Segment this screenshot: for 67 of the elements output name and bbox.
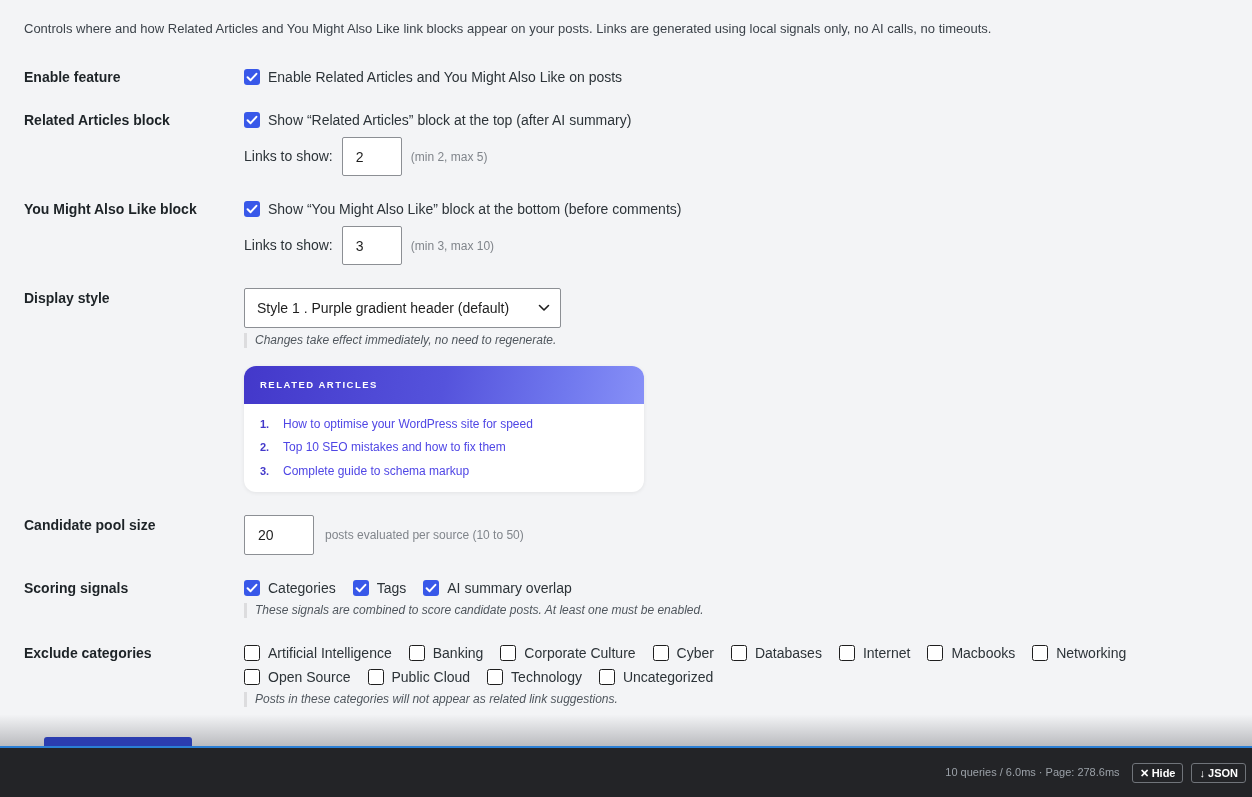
setting-label: Exclude categories (24, 643, 153, 663)
checkbox-label: Tags (376, 578, 407, 598)
checkbox[interactable] (244, 69, 260, 85)
checkbox-label: AI summary overlap (447, 578, 572, 598)
checkbox[interactable] (927, 644, 944, 661)
checkbox[interactable] (838, 644, 855, 661)
checkbox[interactable] (500, 644, 517, 661)
checkbox[interactable] (423, 579, 440, 596)
hint-text: (min 2, max 5) (410, 148, 488, 166)
style-select[interactable]: Style 1 . Purple gradient header (default) (244, 288, 561, 328)
setting-label: Candidate pool size (24, 515, 157, 535)
checkbox-label: Technology (511, 667, 582, 687)
setting-label: Related Articles block (24, 111, 171, 130)
checkbox-label: Uncategorized (622, 667, 714, 687)
checkbox-label: Macbooks (951, 643, 1016, 663)
checkbox[interactable] (1032, 644, 1049, 661)
article-link[interactable]: Complete guide to schema markup (283, 461, 470, 480)
list-number: 1. (260, 416, 271, 432)
checkbox[interactable] (367, 668, 384, 685)
list-number: 2. (260, 440, 271, 455)
checkbox[interactable] (652, 644, 669, 661)
checkbox-label: Corporate Culture (524, 643, 636, 663)
checkbox-label: Show “You Might Also Like” block at the bottom (before comments) (268, 200, 682, 219)
checkbox[interactable] (598, 668, 615, 685)
pool-size-field[interactable]: 20 (244, 514, 314, 555)
links-count-field[interactable]: 2 (341, 137, 402, 176)
hint-text: (min 3, max 10) (410, 237, 495, 255)
chevron-down-icon (538, 304, 550, 312)
hint-text: posts evaluated per source (10 to 50) (325, 526, 524, 544)
setting-label: Enable feature (24, 68, 122, 87)
toolbar-button[interactable]: ↓ JSON (1191, 762, 1246, 783)
checkbox-label: Show “Related Articles” block at the top (after AI summary) (268, 111, 632, 130)
preview-title: RELATED ARTICLES (260, 377, 378, 392)
debug-stats: 10 queries / 6.0ms · Page: 278.6ms (945, 765, 1120, 781)
checkbox-label: Internet (862, 643, 911, 663)
list-number: 3. (260, 463, 271, 479)
checkbox-label: Open Source (268, 667, 351, 687)
checkbox[interactable] (730, 644, 747, 661)
checkbox[interactable] (244, 112, 260, 128)
setting-label: You Might Also Like block (24, 200, 198, 219)
intro-text: Controls where and how Related Articles and You Might Also Like link blocks appear on your posts. Links are generated using local signals only, no AI calls, no timeouts. (24, 20, 993, 38)
checkbox-label: Databases (754, 643, 822, 663)
checkbox[interactable] (352, 579, 369, 596)
checkbox-label: Cyber (676, 643, 714, 663)
setting-label: Display style (24, 289, 111, 308)
article-link[interactable]: Top 10 SEO mistakes and how to fix them (283, 438, 506, 457)
checkbox-label: Networking (1056, 643, 1127, 663)
article-link[interactable]: How to optimise your WordPress site for speed (283, 414, 533, 433)
checkbox-label: Artificial Intelligence (268, 643, 392, 663)
checkbox[interactable] (244, 668, 260, 685)
help-note: These signals are combined to score candidate posts. At least one must be enabled. (244, 602, 704, 618)
checkbox-label: Categories (268, 578, 336, 598)
checkbox[interactable] (487, 668, 504, 685)
checkbox-label: Enable Related Articles and You Might Also Like on posts (268, 68, 623, 87)
help-note: Changes take effect immediately, no need to regenerate. (244, 333, 557, 348)
toolbar-button[interactable]: ✕ Hide (1131, 762, 1184, 783)
checkbox-label: Banking (432, 643, 484, 663)
links-count-field[interactable]: 3 (341, 226, 402, 265)
setting-label: Scoring signals (24, 578, 130, 598)
checkbox[interactable] (408, 644, 425, 661)
checkbox[interactable] (244, 201, 260, 217)
field-label: Links to show: (244, 147, 333, 166)
checkbox[interactable] (244, 644, 260, 661)
field-label: Links to show: (244, 236, 333, 255)
checkbox-label: Public Cloud (391, 667, 471, 687)
checkbox[interactable] (244, 579, 260, 596)
help-note: Posts in these categories will not appear as related link suggestions. (244, 691, 618, 707)
